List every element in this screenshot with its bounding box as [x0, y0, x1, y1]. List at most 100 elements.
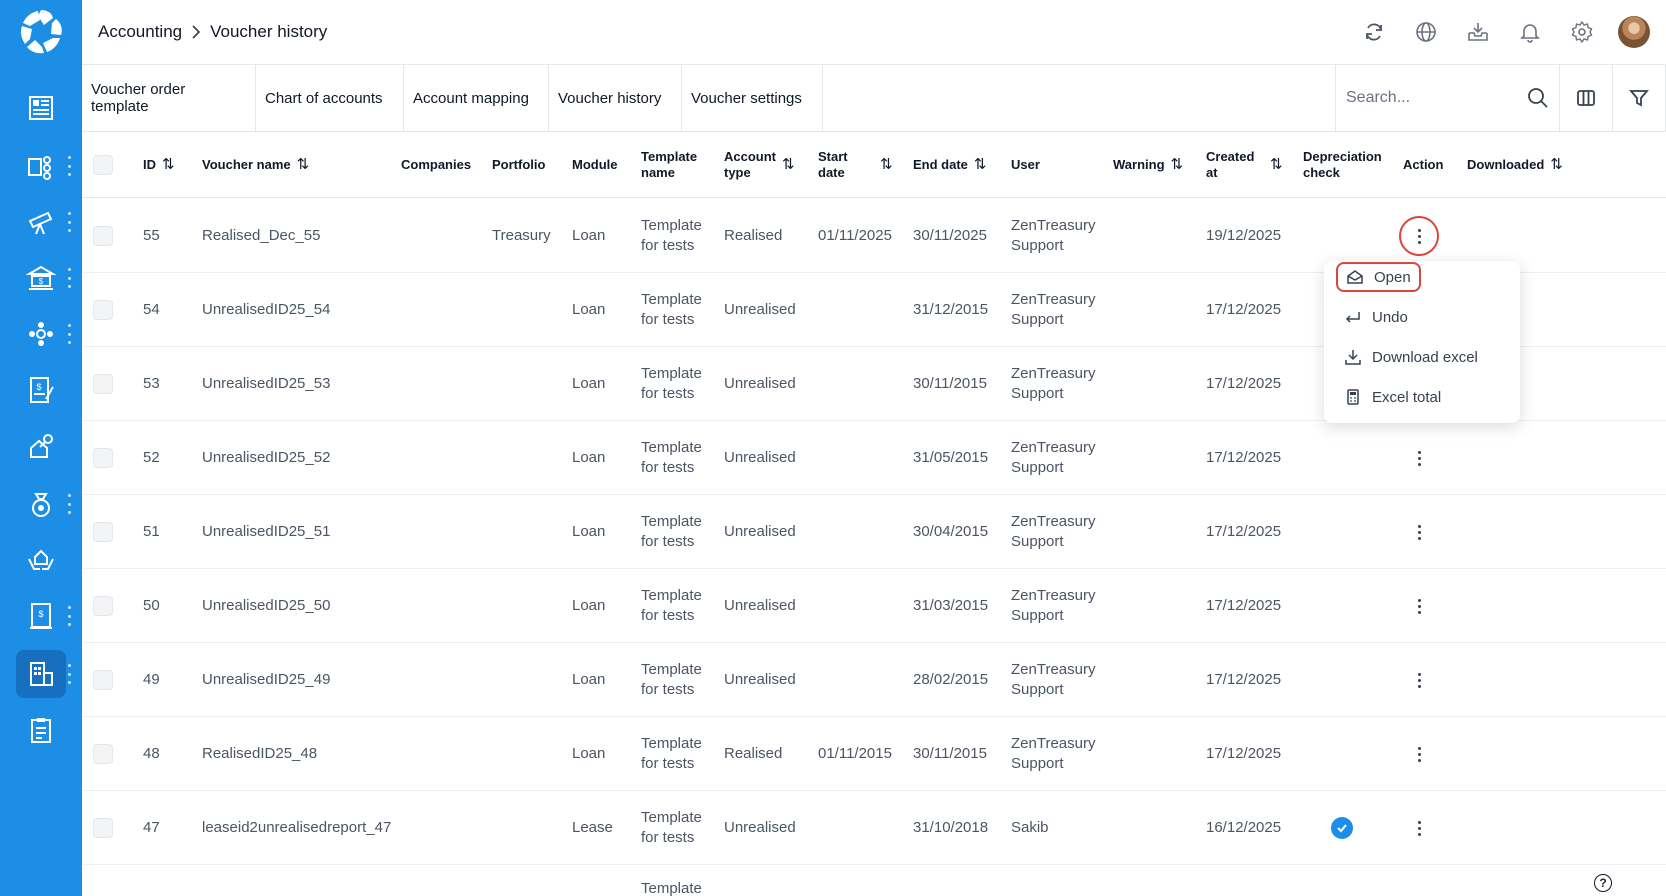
sidebar-item-funds[interactable]: [16, 480, 66, 528]
settings-button[interactable]: [1566, 16, 1598, 48]
sort-icon[interactable]: ⇅: [1171, 157, 1184, 173]
table-row[interactable]: 51 UnrealisedID25_51 Loan Template for test…: [82, 495, 1666, 569]
cell-voucher-name[interactable]: UnrealisedID25_49: [202, 643, 330, 717]
row-checkbox[interactable]: [93, 643, 113, 717]
row-checkbox[interactable]: [93, 569, 113, 643]
col-created-at[interactable]: Created at ⇅: [1206, 132, 1283, 198]
search-icon[interactable]: [1527, 87, 1549, 109]
row-checkbox[interactable]: [93, 421, 113, 495]
sort-icon[interactable]: ⇅: [880, 157, 893, 173]
col-id[interactable]: ID ⇅: [143, 132, 175, 198]
breadcrumb-parent[interactable]: Accounting: [98, 22, 182, 42]
sort-icon[interactable]: ⇅: [782, 157, 795, 173]
sidebar-item-property[interactable]: [16, 422, 66, 470]
table-row-partial[interactable]: Template: [82, 865, 1666, 896]
table-row[interactable]: 50 UnrealisedID25_50 Loan Template for test…: [82, 569, 1666, 643]
app-logo-icon[interactable]: [16, 7, 66, 57]
cell-voucher-name[interactable]: UnrealisedID25_53: [202, 347, 330, 421]
cell-voucher-name[interactable]: UnrealisedID25_50: [202, 569, 330, 643]
col-end-date[interactable]: End date ⇅: [913, 132, 986, 198]
row-checkbox[interactable]: [93, 495, 113, 569]
cell-action: [1407, 569, 1431, 643]
cell-voucher-name[interactable]: RealisedID25_48: [202, 717, 317, 791]
row-checkbox[interactable]: [93, 273, 113, 347]
cell-id: 53: [143, 375, 160, 392]
sidebar-item-reports[interactable]: [16, 706, 66, 754]
more-actions-button-highlighted[interactable]: [1399, 216, 1439, 256]
sidebar-item-analytics-more[interactable]: [66, 156, 72, 176]
sidebar-item-invoices[interactable]: $: [16, 366, 66, 414]
language-button[interactable]: [1410, 16, 1442, 48]
refresh-button[interactable]: [1358, 16, 1390, 48]
row-checkbox[interactable]: [93, 347, 113, 421]
cell-voucher-name[interactable]: UnrealisedID25_54: [202, 273, 330, 347]
menu-item-excel-total[interactable]: Excel total: [1336, 382, 1449, 412]
col-action: Action: [1403, 157, 1444, 172]
menu-item-open[interactable]: Open: [1336, 262, 1421, 292]
row-checkbox[interactable]: [93, 199, 113, 273]
select-all-checkbox[interactable]: [93, 132, 113, 198]
downloads-button[interactable]: [1462, 16, 1494, 48]
sidebar-item-forecast-more[interactable]: [66, 212, 72, 232]
svg-text:$: $: [39, 277, 44, 286]
search-input[interactable]: [1346, 89, 1526, 107]
tab-voucher-settings[interactable]: Voucher settings: [682, 65, 823, 131]
sidebar-item-network-more[interactable]: [66, 324, 72, 344]
tab-account-mapping[interactable]: Account mapping: [404, 65, 549, 131]
breadcrumb-current: Voucher history: [210, 22, 328, 41]
table-row[interactable]: 47 leaseid2unrealisedreport_47 Lease Templa…: [82, 791, 1666, 865]
help-icon[interactable]: ?: [1594, 874, 1612, 892]
col-warning[interactable]: Warning ⇅: [1113, 132, 1183, 198]
row-checkbox[interactable]: [93, 791, 113, 865]
more-actions-icon[interactable]: [1407, 224, 1431, 248]
row-action-menu: Open Undo Download excel Excel total: [1324, 261, 1520, 423]
user-avatar[interactable]: [1618, 16, 1650, 48]
col-start-date[interactable]: Start date ⇅: [818, 132, 893, 198]
sidebar-item-dashboard[interactable]: [16, 84, 66, 132]
menu-item-download-excel[interactable]: Download excel: [1336, 342, 1486, 372]
sidebar-item-accounting-more[interactable]: [66, 664, 72, 684]
sidebar-item-analytics[interactable]: [16, 142, 66, 190]
row-checkbox[interactable]: [93, 717, 113, 791]
sidebar-item-bank[interactable]: $: [16, 254, 66, 302]
cell-voucher-name[interactable]: Realised_Dec_55: [202, 199, 320, 273]
sort-icon[interactable]: ⇅: [162, 157, 175, 173]
cell-module: Lease: [572, 819, 613, 836]
sidebar-item-funds-more[interactable]: [66, 494, 72, 514]
more-actions-icon[interactable]: [1407, 520, 1431, 544]
sidebar-item-network[interactable]: [16, 310, 66, 358]
sidebar-item-guarantees[interactable]: [16, 536, 66, 584]
more-actions-icon[interactable]: [1407, 816, 1431, 840]
tab-voucher-order-template[interactable]: Voucher order template: [82, 65, 256, 131]
col-downloaded[interactable]: Downloaded ⇅: [1467, 132, 1563, 198]
col-voucher-name[interactable]: Voucher name ⇅: [202, 132, 309, 198]
sort-icon[interactable]: ⇅: [1270, 157, 1283, 173]
svg-text:$: $: [36, 382, 41, 392]
sort-icon[interactable]: ⇅: [1550, 157, 1563, 173]
filter-button[interactable]: [1613, 65, 1666, 131]
sidebar-item-ledger[interactable]: $: [16, 592, 66, 640]
table-row[interactable]: 49 UnrealisedID25_49 Loan Template for test…: [82, 643, 1666, 717]
more-actions-icon[interactable]: [1407, 742, 1431, 766]
sidebar-item-accounting[interactable]: [16, 650, 66, 698]
cell-end-date: 31/03/2015: [913, 597, 989, 614]
more-actions-icon[interactable]: [1407, 594, 1431, 618]
cell-voucher-name[interactable]: UnrealisedID25_51: [202, 495, 330, 569]
columns-button[interactable]: [1560, 65, 1613, 131]
sidebar-item-ledger-more[interactable]: [66, 606, 72, 626]
more-actions-icon[interactable]: [1407, 668, 1431, 692]
sidebar-item-forecast[interactable]: [16, 198, 66, 246]
cell-voucher-name[interactable]: UnrealisedID25_52: [202, 421, 330, 495]
table-row[interactable]: 48 RealisedID25_48 Loan Template for tests R…: [82, 717, 1666, 791]
tab-chart-of-accounts[interactable]: Chart of accounts: [256, 65, 404, 131]
sort-icon[interactable]: ⇅: [974, 157, 987, 173]
cell-voucher-name[interactable]: leaseid2unrealisedreport_47: [202, 791, 391, 865]
table-row[interactable]: 52 UnrealisedID25_52 Loan Template for test…: [82, 421, 1666, 495]
more-actions-icon[interactable]: [1407, 446, 1431, 470]
sort-icon[interactable]: ⇅: [297, 157, 310, 173]
notifications-button[interactable]: [1514, 16, 1546, 48]
sidebar-item-bank-more[interactable]: [66, 268, 72, 288]
tab-voucher-history[interactable]: Voucher history: [549, 65, 682, 131]
col-account-type[interactable]: Account type ⇅: [724, 132, 795, 198]
menu-item-undo[interactable]: Undo: [1336, 302, 1416, 332]
